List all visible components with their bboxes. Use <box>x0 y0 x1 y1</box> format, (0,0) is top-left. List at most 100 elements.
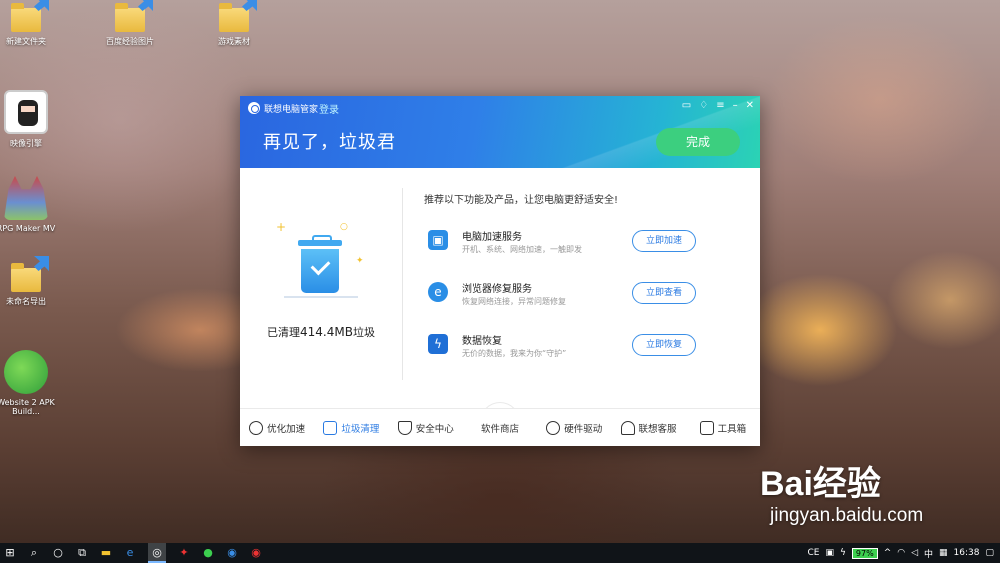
done-button[interactable]: 完成 <box>656 128 740 156</box>
desktop-icon-game-assets[interactable]: 游戏素材 <box>198 0 270 47</box>
cortana-icon[interactable]: ○ <box>52 547 64 559</box>
service-browser-repair: e 浏览器修复服务 恢复网络连接，异常问题修复 立即查看 <box>424 276 724 316</box>
tray-app-icon[interactable]: ▣ <box>825 548 834 558</box>
search-icon[interactable]: ⌕ <box>28 547 40 559</box>
netease-music-icon[interactable]: ◉ <box>250 547 262 559</box>
sparkle-icon: + <box>276 220 287 234</box>
notification-icon[interactable]: ▢ <box>985 548 994 558</box>
nav-toolbox[interactable]: 工具箱 <box>686 409 760 446</box>
service-name: 数据恢复 <box>462 336 502 347</box>
desktop-icon-label: Website 2 APK Build... <box>0 398 55 416</box>
skin-icon[interactable]: ♢ <box>699 100 708 112</box>
system-tray: CE ▣ ϟ 97% ^ ◠ ◁ 中 ▦ 16:38 ▢ <box>807 543 994 563</box>
divider <box>402 188 403 380</box>
windows-start-icon[interactable]: ⊞ <box>4 547 16 559</box>
clean-result-panel: + ○ ✦ 已清理414.4MB垃圾 <box>240 168 402 408</box>
sparkle-icon: ✦ <box>356 256 364 266</box>
folder-icon <box>115 0 153 32</box>
view-now-button[interactable]: 立即查看 <box>632 282 696 304</box>
message-icon[interactable]: ▭ <box>682 100 691 112</box>
input-indicator-icon[interactable]: CE <box>807 548 819 558</box>
desktop-icon-website2apk[interactable]: Website 2 APK Build... <box>0 350 62 416</box>
monitor-icon: ▣ <box>428 230 448 250</box>
task-view-icon[interactable]: ⧉ <box>76 547 88 559</box>
recover-now-button[interactable]: 立即恢复 <box>632 334 696 356</box>
desktop-icon-rpg-maker[interactable]: RPG Maker MV <box>0 176 62 233</box>
watermark-brand: Bai经验 <box>760 465 881 503</box>
ninja-app-icon <box>4 90 48 134</box>
speed-icon <box>249 420 264 435</box>
cleaned-summary: 已清理414.4MB垃圾 <box>267 325 375 339</box>
service-desc: 恢复网络连接，异常问题修复 <box>462 297 566 306</box>
minimize-icon[interactable]: – <box>733 100 738 112</box>
qq-browser-icon[interactable]: ◉ <box>226 547 238 559</box>
desktop-icon-label: 百度经验图片 <box>106 37 154 46</box>
nav-support[interactable]: 联想客服 <box>611 409 685 446</box>
login-link[interactable]: 登录 <box>319 101 339 116</box>
watermark-url: jingyan.baidu.com <box>770 505 924 526</box>
taskbar-apps: ⊞ ⌕ ○ ⧉ ▬ e ◎ ✦ ● ◉ ◉ <box>4 543 262 563</box>
desktop-icon-engine[interactable]: 映像引擎 <box>0 90 62 149</box>
folder-icon <box>11 256 49 292</box>
desktop-icon-label: 新建文件夹 <box>6 37 46 46</box>
pc-manager-window: 联想电脑管家 登录 ▭ ♢ ≡ – ✕ 再见了，垃圾君 完成 + ○ ✦ 已清理… <box>240 96 760 446</box>
desktop-icon-label: 映像引擎 <box>10 139 42 148</box>
show-hidden-icons-icon[interactable]: ^ <box>884 548 892 558</box>
headset-icon <box>620 420 635 435</box>
desktop-icon-baidu-images[interactable]: 百度经验图片 <box>94 0 166 47</box>
app-icon[interactable]: ✦ <box>178 547 190 559</box>
desktop-icon-label: 游戏素材 <box>218 37 250 46</box>
clock[interactable]: 16:38 <box>954 548 980 558</box>
battery-indicator[interactable]: 97% <box>851 547 878 559</box>
desktop-icon-unnamed-export[interactable]: 未命名导出 <box>0 256 62 307</box>
baidu-jingyan-watermark: Bai经验 jingyan.baidu.com <box>760 456 923 527</box>
data-recovery-icon: ϟ <box>428 334 448 354</box>
service-desc: 开机、系统、网络加速，一触即发 <box>462 245 582 254</box>
desktop-icon-label: 未命名导出 <box>6 297 46 306</box>
nav-hardware-driver[interactable]: 硬件驱动 <box>537 409 611 446</box>
taskbar: ⊞ ⌕ ○ ⧉ ▬ e ◎ ✦ ● ◉ ◉ CE ▣ ϟ 97% ^ ◠ ◁ 中… <box>0 543 1000 563</box>
service-desc: 无价的数据，我来为你“守护” <box>462 349 567 358</box>
charging-icon: ϟ <box>839 548 846 558</box>
window-header: 联想电脑管家 登录 ▭ ♢ ≡ – ✕ 再见了，垃圾君 完成 <box>240 96 760 168</box>
folder-icon <box>11 0 49 32</box>
network-icon[interactable]: ◠ <box>897 548 905 558</box>
nav-junk-clean[interactable]: 垃圾清理 <box>314 409 388 446</box>
trash-icon <box>323 420 338 435</box>
file-explorer-icon[interactable]: ▬ <box>100 547 112 559</box>
desktop-icon-new-folder[interactable]: 新建文件夹 <box>0 0 62 47</box>
volume-icon[interactable]: ◁ <box>911 548 918 558</box>
close-icon[interactable]: ✕ <box>746 100 754 112</box>
desktop-icon-label: RPG Maker MV <box>0 224 56 233</box>
service-pc-speedup: ▣ 电脑加速服务 开机、系统、网络加速，一触即发 立即加速 <box>424 224 724 264</box>
shield-icon <box>397 420 412 435</box>
driver-icon <box>546 420 561 435</box>
bottom-nav: 优化加速 垃圾清理 安全中心 软件商店 硬件驱动 联想客服 工具箱 <box>240 408 760 446</box>
edge-icon[interactable]: e <box>124 547 136 559</box>
trash-bin-check-icon <box>298 235 342 294</box>
menu-icon[interactable]: ≡ <box>716 100 724 112</box>
website2apk-icon <box>4 350 48 394</box>
rpg-maker-icon <box>4 176 48 220</box>
app-logo-icon <box>248 102 260 114</box>
toolbox-icon <box>699 420 714 435</box>
cleaned-amount: 414.4MB <box>300 325 353 339</box>
nav-software-store[interactable]: 软件商店 <box>463 409 537 446</box>
ie-browser-icon: e <box>428 282 448 302</box>
nav-optimize[interactable]: 优化加速 <box>240 409 314 446</box>
pc-manager-taskbar-icon[interactable]: ◎ <box>148 543 166 563</box>
service-data-recovery: ϟ 数据恢复 无价的数据，我来为你“守护” 立即恢复 <box>424 328 724 368</box>
service-name: 浏览器修复服务 <box>462 284 532 295</box>
app-name: 联想电脑管家 <box>264 105 319 115</box>
nav-security[interactable]: 安全中心 <box>389 409 463 446</box>
ime-indicator[interactable]: 中 <box>924 547 933 560</box>
window-controls: ▭ ♢ ≡ – ✕ <box>682 100 754 112</box>
sparkle-icon: ○ <box>340 222 348 232</box>
page-title: 再见了，垃圾君 <box>263 132 396 153</box>
folder-icon <box>219 0 257 32</box>
service-name: 电脑加速服务 <box>462 232 522 243</box>
speedup-now-button[interactable]: 立即加速 <box>632 230 696 252</box>
wechat-icon[interactable]: ● <box>202 547 214 559</box>
keyboard-icon[interactable]: ▦ <box>939 548 948 558</box>
recommend-title: 推荐以下功能及产品，让您电脑更舒适安全! <box>424 195 619 206</box>
